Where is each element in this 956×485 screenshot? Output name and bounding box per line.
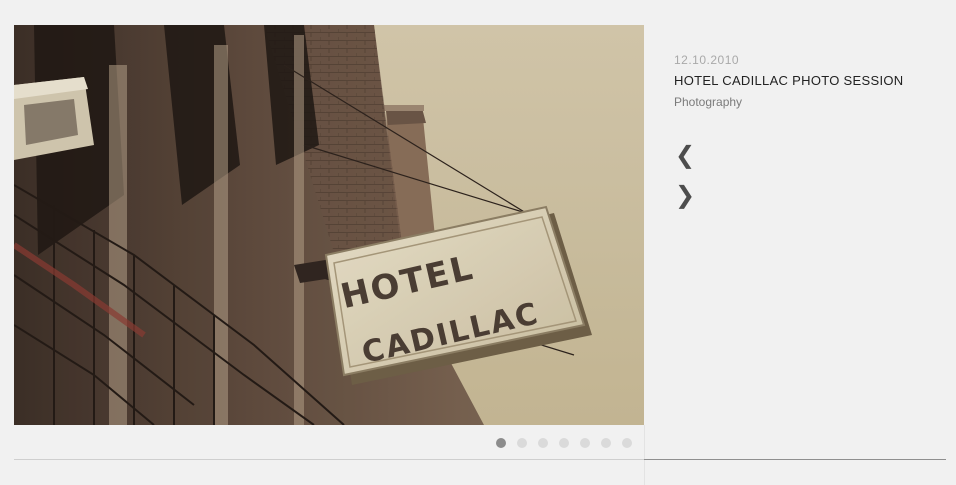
- divider-vertical: [644, 425, 645, 485]
- divider-bottom-left: [14, 459, 644, 460]
- post-date: 12.10.2010: [674, 53, 740, 67]
- slideshow-photo[interactable]: HOTEL CADILLAC: [14, 25, 644, 425]
- hotel-cadillac-photo: HOTEL CADILLAC: [14, 25, 644, 425]
- pagination-dot-6[interactable]: [601, 438, 611, 448]
- pagination-dot-7[interactable]: [622, 438, 632, 448]
- pagination-dot-3[interactable]: [538, 438, 548, 448]
- post-category-link[interactable]: Photography: [674, 94, 934, 110]
- slideshow-pagination: [496, 438, 632, 448]
- previous-arrow-icon[interactable]: ❮: [675, 143, 695, 167]
- post-title: HOTEL CADILLAC PHOTO SESSION: [674, 73, 904, 88]
- pagination-dot-5[interactable]: [580, 438, 590, 448]
- divider-bottom-right: [644, 459, 946, 460]
- pagination-dot-2[interactable]: [517, 438, 527, 448]
- pagination-dot-1[interactable]: [496, 438, 506, 448]
- post-info: 12.10.2010 HOTEL CADILLAC PHOTO SESSION …: [674, 52, 934, 110]
- next-arrow-icon[interactable]: ❯: [675, 183, 695, 207]
- pagination-dot-4[interactable]: [559, 438, 569, 448]
